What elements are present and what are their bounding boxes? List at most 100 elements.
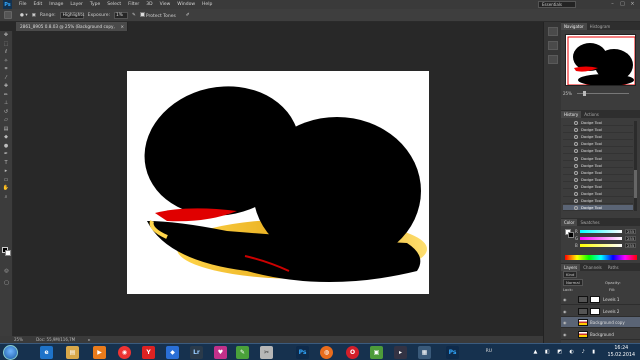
eye-icon[interactable]: ◉	[563, 294, 567, 305]
g-gradient[interactable]	[580, 237, 622, 240]
tools-app-icon[interactable]: ✂	[260, 346, 273, 359]
eyedropper-tool-icon[interactable]: ⁄	[2, 75, 11, 82]
menu-window[interactable]: Window	[177, 2, 195, 7]
path-select-tool-icon[interactable]: ▸	[2, 168, 11, 175]
lightroom-icon[interactable]: Lr	[190, 346, 203, 359]
history-item[interactable]: Dodge Tool	[563, 134, 633, 140]
tab-color[interactable]: Color	[561, 219, 578, 226]
lasso-tool-icon[interactable]: ℓ	[2, 49, 11, 56]
menu-file[interactable]: File	[19, 2, 27, 7]
navigator-thumbnail[interactable]	[565, 34, 636, 86]
zoom-level[interactable]: 25%	[14, 337, 23, 342]
menu-help[interactable]: Help	[202, 2, 212, 7]
slider-b[interactable]: B 255	[564, 243, 638, 249]
navigator-zoom-knob[interactable]	[583, 91, 586, 96]
menu-filter[interactable]: Filter	[128, 2, 139, 7]
chrome-icon[interactable]: ◉	[118, 346, 131, 359]
brush-tool-icon[interactable]: ✏	[2, 92, 11, 99]
protect-tones-checkbox[interactable]: Protect Tones	[139, 11, 176, 19]
firefox-icon[interactable]: ◍	[320, 346, 333, 359]
brush-panel-icon[interactable]: ▣	[32, 13, 36, 18]
history-brush-tool-icon[interactable]: ↺	[2, 109, 11, 116]
r-value[interactable]: 255	[625, 229, 636, 234]
menu-layer[interactable]: Layer	[70, 2, 83, 7]
dropbox-icon[interactable]: ◆	[166, 346, 179, 359]
eraser-tool-icon[interactable]: ▱	[2, 117, 11, 124]
r-gradient[interactable]	[580, 230, 622, 233]
shape-tool-icon[interactable]: ▭	[2, 177, 11, 184]
dodge-tool-preset-icon[interactable]	[4, 11, 12, 19]
marquee-tool-icon[interactable]: ⬚	[2, 41, 11, 48]
language-indicator[interactable]: RU	[486, 349, 492, 354]
menu-select[interactable]: Select	[107, 2, 121, 7]
opera-icon[interactable]: O	[346, 346, 359, 359]
tab-history[interactable]: History	[561, 111, 582, 118]
blend-mode-select[interactable]: Normal	[563, 279, 583, 286]
maximize-icon[interactable]: □	[619, 1, 626, 8]
history-item[interactable]: Dodge Tool	[563, 148, 633, 154]
sketch-app-icon[interactable]: ♥	[214, 346, 227, 359]
menu-image[interactable]: Image	[49, 2, 63, 7]
close-tab-icon[interactable]: ×	[120, 22, 124, 31]
background-color-swatch[interactable]	[5, 250, 11, 256]
layer-filter[interactable]: Kind	[563, 271, 578, 278]
layer-row[interactable]: ◉ Levels 1	[561, 294, 640, 305]
blur-tool-icon[interactable]: ◆	[2, 134, 11, 141]
slider-g[interactable]: G 255	[564, 236, 638, 242]
pressure-icon[interactable]: ✐	[186, 13, 190, 18]
tab-layers[interactable]: Layers	[561, 264, 581, 271]
slider-r[interactable]: R 255	[564, 229, 638, 235]
color-spectrum[interactable]	[565, 255, 637, 260]
layer-mask-thumbnail[interactable]	[590, 307, 600, 315]
dodge-tool-icon[interactable]: ●	[2, 143, 11, 150]
start-button[interactable]	[3, 345, 18, 360]
history-item[interactable]: Dodge Tool	[563, 120, 633, 126]
explorer-icon[interactable]: ▤	[66, 346, 79, 359]
archive-icon[interactable]: ▣	[370, 346, 383, 359]
menu-edit[interactable]: Edit	[34, 2, 43, 7]
media-app-icon[interactable]: ▦	[418, 346, 431, 359]
history-scroll-thumb[interactable]	[634, 170, 637, 198]
airbrush-icon[interactable]: ✎	[132, 13, 136, 18]
document-canvas[interactable]	[127, 71, 429, 294]
exposure-input[interactable]: 1%	[114, 11, 129, 19]
tab-navigator[interactable]: Navigator	[561, 23, 587, 30]
healing-tool-icon[interactable]: ✚	[2, 83, 11, 90]
photoshop-taskbar-icon[interactable]: Ps	[296, 346, 309, 359]
terminal-icon[interactable]: ▸	[394, 346, 407, 359]
history-item[interactable]: Dodge Tool	[563, 141, 633, 147]
media-player-icon[interactable]: ▶	[93, 346, 106, 359]
ie-icon[interactable]: e	[40, 346, 53, 359]
tab-swatches[interactable]: Swatches	[577, 219, 602, 226]
clock[interactable]: 16:24 15.02.2014	[608, 345, 635, 359]
photoshop-taskbar-icon-2[interactable]: Ps	[446, 346, 459, 359]
tray-icons[interactable]: ▲ ◧ ◩ ◐ ♪ ▮	[533, 349, 598, 355]
layer-mask-thumbnail[interactable]	[590, 296, 600, 303]
history-item[interactable]: Dodge Tool	[563, 127, 633, 133]
clone-stamp-tool-icon[interactable]: ⊥	[2, 100, 11, 107]
document-tab[interactable]: 2861_8905 0.8.03 @ 25% (Background copy,…	[16, 22, 128, 38]
g-value[interactable]: 255	[625, 236, 636, 241]
history-item[interactable]: Dodge Tool	[563, 170, 633, 176]
history-item[interactable]: Dodge Tool	[563, 184, 633, 190]
zoom-tool-icon[interactable]: ⌕	[2, 194, 11, 201]
yandex-icon[interactable]: Y	[142, 346, 155, 359]
range-select[interactable]: Highlights	[59, 11, 84, 19]
gradient-tool-icon[interactable]: ▤	[2, 126, 11, 133]
type-tool-icon[interactable]: T	[2, 160, 11, 167]
b-value[interactable]: 255	[625, 243, 636, 248]
quick-select-tool-icon[interactable]: ✧	[2, 58, 11, 65]
history-item[interactable]: Dodge Tool	[563, 156, 633, 162]
close-icon[interactable]: ×	[629, 1, 636, 8]
mini-bridge-icon[interactable]	[547, 27, 558, 36]
menu-view[interactable]: View	[160, 2, 171, 7]
crop-tool-icon[interactable]: ⌗	[2, 66, 11, 73]
b-gradient[interactable]	[580, 244, 622, 247]
eye-icon[interactable]: ◉	[563, 317, 567, 328]
tab-paths[interactable]: Paths	[605, 264, 622, 271]
menu-3d[interactable]: 3D	[146, 2, 152, 7]
pen-app-icon[interactable]: ✎	[236, 346, 249, 359]
properties-icon[interactable]	[547, 41, 558, 50]
brush-size-icon[interactable]: ● ▾	[20, 13, 28, 18]
status-arrow-icon[interactable]: ▸	[88, 337, 90, 342]
